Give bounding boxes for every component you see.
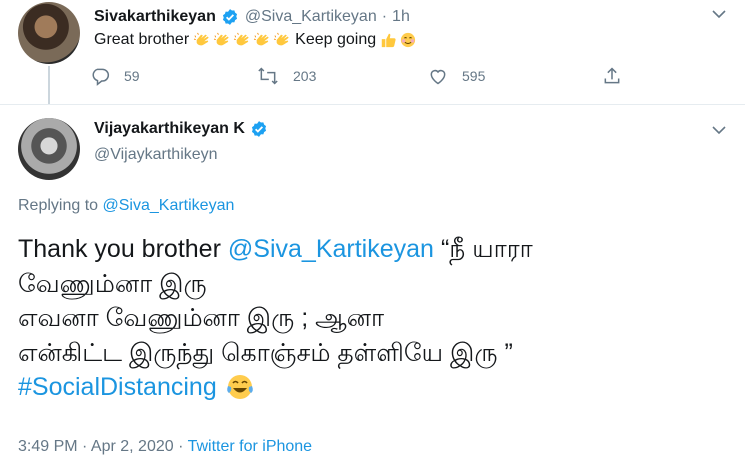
- thumbs-up-emoji: [381, 33, 396, 48]
- chevron-down-icon[interactable]: [711, 124, 727, 136]
- reply-line-1: Thank you brother @Siva_Kartikeyan “நீ ய…: [18, 232, 738, 267]
- footer-timestamp[interactable]: 3:49 PM · Apr 2, 2020 ·: [18, 438, 183, 455]
- tweet-text-start: Great brother: [94, 31, 190, 48]
- share-icon: [604, 67, 620, 84]
- reply-line-1-quote: “நீ யாரா: [440, 235, 533, 263]
- replying-to: Replying to @Siva_Kartikeyan: [18, 197, 234, 215]
- tweet-text: Great brother Keep going: [94, 31, 419, 49]
- reply-action[interactable]: 59: [90, 66, 140, 86]
- retweet-count: 203: [293, 68, 317, 84]
- clap-emoji: [274, 32, 289, 46]
- footer-source[interactable]: Twitter for iPhone: [188, 438, 313, 455]
- replying-to-label: Replying to: [18, 197, 99, 214]
- like-action[interactable]: 595: [428, 66, 485, 86]
- clap-emoji: [194, 32, 209, 46]
- verified-icon: [251, 121, 266, 137]
- clap-emoji: [254, 32, 269, 46]
- author-handle[interactable]: @Siva_Kartikeyan: [245, 8, 377, 26]
- clap-emoji-group: [193, 32, 293, 48]
- tweet-time[interactable]: 1h: [392, 8, 410, 26]
- reply-line-5: #SocialDistancing: [18, 370, 738, 405]
- like-icon: [430, 69, 446, 85]
- reply-icon: [92, 68, 110, 86]
- chevron-down-icon[interactable]: [711, 8, 727, 20]
- reply-line-1-text: Thank you brother: [18, 235, 221, 263]
- reply-author-name[interactable]: Vijayakarthikeyan K: [94, 120, 245, 138]
- reply-footer: 3:49 PM · Apr 2, 2020 · Twitter for iPho…: [18, 438, 312, 456]
- reply-body: Thank you brother @Siva_Kartikeyan “நீ ய…: [18, 232, 738, 405]
- reply-author-handle[interactable]: @Vijaykarthikeyn: [94, 146, 218, 164]
- author-name[interactable]: Sivakarthikeyan: [94, 8, 216, 26]
- tweet-header: Sivakarthikeyan @Siva_Kartikeyan · 1h: [94, 6, 410, 28]
- clap-emoji: [234, 32, 249, 46]
- reply-line-2: வேணும்னா இரு: [18, 269, 207, 298]
- share-action[interactable]: [602, 66, 636, 86]
- reply-count: 59: [124, 68, 140, 84]
- clap-emoji: [214, 32, 229, 46]
- replying-to-mention[interactable]: @Siva_Kartikeyan: [103, 197, 235, 214]
- reply-line-4: என்கிட்ட இருந்து கொஞ்சம் தள்ளியே இரு ”: [18, 338, 513, 367]
- tweet-text-end: Keep going: [295, 31, 377, 48]
- tweet-divider: [0, 104, 745, 105]
- avatar-vijayakarthikeyan[interactable]: [18, 118, 80, 180]
- separator-dot: ·: [381, 8, 388, 25]
- retweet-action[interactable]: 203: [257, 66, 316, 86]
- avatar-sivakarthikeyan[interactable]: [18, 2, 80, 64]
- thread-line: [48, 66, 50, 104]
- tweet-actions: 59 203 595: [90, 66, 650, 88]
- reply-line-3: எவனா வேணும்னா இரு ; ஆனா: [18, 304, 385, 332]
- smiling-emoji: [401, 32, 416, 48]
- reply-mention-link[interactable]: @Siva_Kartikeyan: [228, 232, 434, 267]
- reply-header: Vijayakarthikeyan K: [94, 120, 274, 138]
- tears-of-joy-emoji: [226, 375, 253, 400]
- hashtag-link[interactable]: #SocialDistancing: [18, 370, 217, 405]
- retweet-icon: [258, 67, 278, 85]
- verified-icon: [222, 9, 237, 25]
- like-count: 595: [462, 68, 486, 84]
